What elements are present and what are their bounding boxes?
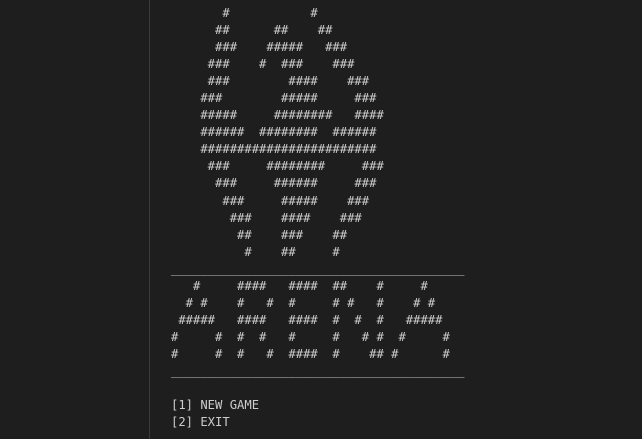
divider-top: ________________________________________ <box>171 261 465 276</box>
title-art-line: # # # # #### # ## # # <box>171 346 450 361</box>
title-art-line: # # # # # # # # # # <box>171 295 436 310</box>
ascii-art-line: ### ###### ### <box>171 176 377 191</box>
ascii-art-line: ## ### ## <box>171 227 348 242</box>
ascii-art-line: ##### ######## #### <box>171 108 384 123</box>
editor-gutter-divider <box>149 0 150 439</box>
ascii-art-line: ### #### ### <box>171 210 362 225</box>
ascii-art-line: # # <box>171 6 318 20</box>
ascii-art-line: # ## # <box>171 244 340 259</box>
ascii-art-line: ### ######## ### <box>171 159 384 174</box>
ascii-art-line: ### ##### ### <box>171 40 348 55</box>
ascii-art-line: ## ## ## <box>171 23 333 38</box>
ascii-art-line: ###### ######## ###### <box>171 125 377 140</box>
divider-bottom: ________________________________________ <box>171 363 465 378</box>
terminal-window: # # ## ## ## ### ##### ### ### # ### ###… <box>0 0 642 439</box>
ascii-art-line: ### ##### ### <box>171 193 370 208</box>
ascii-art-line: ### #### ### <box>171 74 370 89</box>
menu-option-exit[interactable]: [2] EXIT <box>171 414 465 431</box>
ascii-art-line: ### ##### ### <box>171 91 377 106</box>
menu-option-new-game[interactable]: [1] NEW GAME <box>171 397 465 414</box>
ascii-art-line: ######################## <box>171 142 377 157</box>
ascii-art-line: ### # ### ### <box>171 57 355 72</box>
title-art-line: ##### #### #### # # # ##### <box>171 312 443 327</box>
terminal-output: # # ## ## ## ### ##### ### ### # ### ###… <box>171 5 465 431</box>
title-art-line: # # # # # # # # # # <box>171 329 450 344</box>
title-art-line: # #### #### ## # # <box>171 278 428 293</box>
